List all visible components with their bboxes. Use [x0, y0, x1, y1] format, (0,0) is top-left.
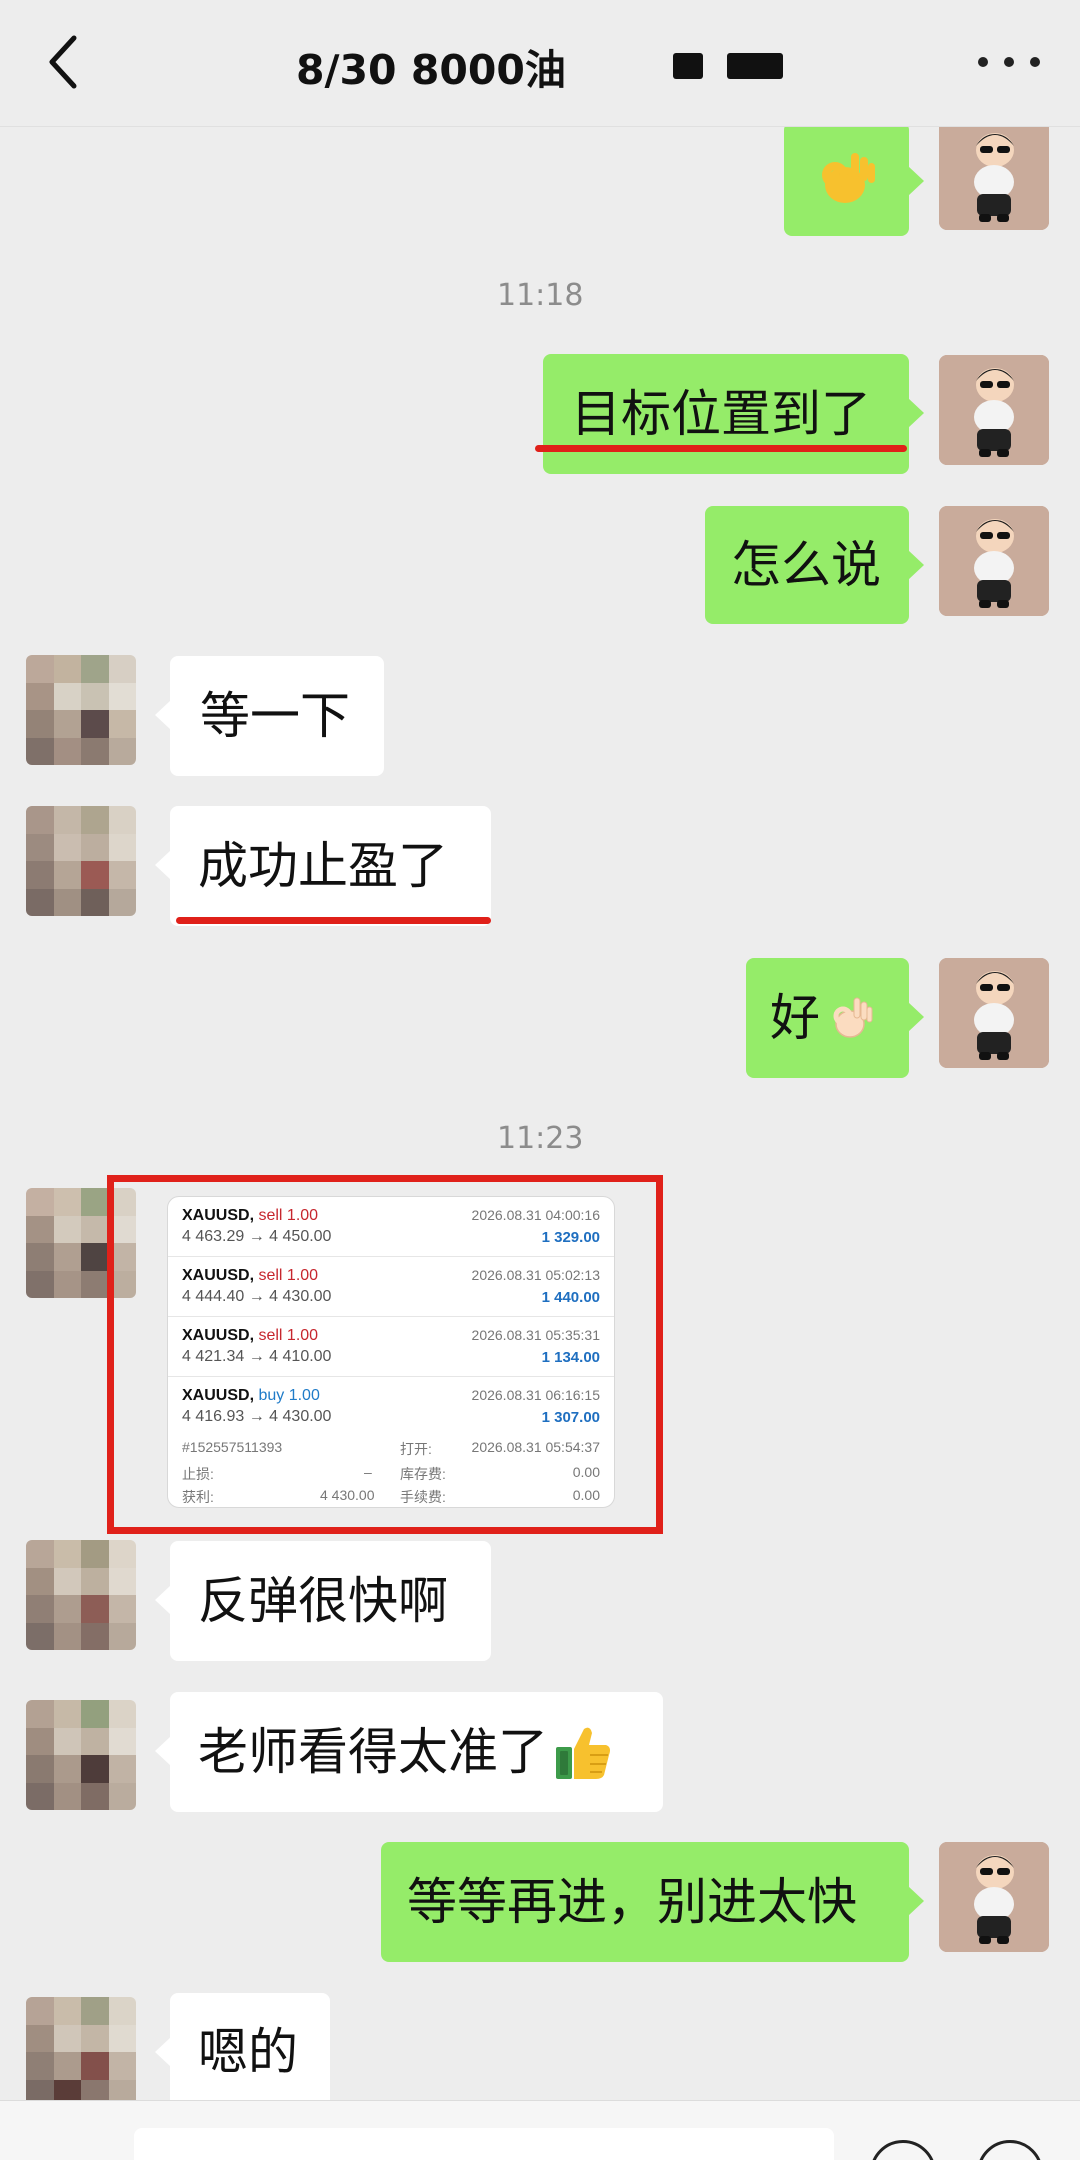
open-time: 2026.08.31 05:54:37 — [471, 1439, 600, 1455]
ok-hand-emoji-icon — [821, 153, 875, 203]
ok-hand-emoji-icon — [833, 997, 873, 1038]
cartoon-avatar-icon — [939, 506, 1049, 616]
avatar[interactable] — [939, 120, 1049, 230]
message-text: 目标位置到了 — [571, 385, 871, 443]
avatar-pixelated[interactable] — [26, 1997, 136, 2107]
sl-label: 止损: — [182, 1466, 214, 1482]
cartoon-avatar-icon — [939, 958, 1049, 1068]
message-text: 老师看得太准了 — [198, 1723, 548, 1781]
order-id: #152557511393 — [182, 1439, 283, 1455]
message-text: 好 — [770, 989, 820, 1047]
avatar[interactable] — [939, 506, 1049, 616]
trade-history-image[interactable]: XAUUSD, sell 1.00 4 463.29 → 4 450.00 20… — [167, 1196, 615, 1508]
tp-label: 获利: — [182, 1489, 214, 1505]
trade-row: XAUUSD, sell 1.00 4 444.40 → 4 430.00 20… — [168, 1257, 614, 1317]
more-button[interactable] — [978, 52, 1040, 74]
timestamp: 11:23 — [497, 1121, 584, 1156]
fee-label: 手续费: — [400, 1489, 446, 1505]
tp-value: 4 430.00 — [320, 1487, 375, 1503]
top-bar: 8/30 8000油 — [0, 0, 1080, 127]
more-dots-icon — [978, 57, 988, 67]
message-input[interactable] — [134, 2128, 834, 2160]
message-text: 成功止盈了 — [198, 837, 448, 895]
message-text: 等一下 — [200, 687, 350, 745]
avatar[interactable] — [939, 355, 1049, 465]
trade-row: XAUUSD, buy 1.00 4 416.93 → 4 430.00 202… — [182, 1387, 600, 1426]
trade-row: XAUUSD, sell 1.00 4 463.29 → 4 450.00 20… — [168, 1197, 614, 1257]
avatar-pixelated[interactable] — [26, 806, 136, 916]
avatar[interactable] — [939, 1842, 1049, 1952]
swap-label: 库存费: — [400, 1466, 446, 1482]
thumbs-up-emoji-icon — [556, 1727, 610, 1779]
back-button[interactable] — [40, 30, 100, 94]
sl-value: – — [364, 1464, 372, 1480]
message-bubble-received[interactable]: 反弹很快啊 — [155, 1541, 491, 1661]
cartoon-avatar-icon — [939, 355, 1049, 465]
chat-title: 8/30 8000油 — [296, 46, 566, 94]
message-text: 嗯的 — [198, 2023, 298, 2081]
message-bubble-sent[interactable]: 目标位置到了 — [543, 354, 924, 474]
message-bubble-sent[interactable]: 怎么说 — [705, 506, 924, 624]
message-bubble-sent[interactable]: 好 — [746, 958, 924, 1078]
message-bubble-received[interactable]: 嗯的 — [155, 1993, 330, 2111]
message-bubble-sent[interactable] — [784, 122, 924, 236]
message-bubble-received[interactable]: 等一下 — [155, 656, 384, 776]
message-bubble-sent[interactable]: 等等再进，别进太快 — [381, 1842, 924, 1962]
message-bubble-received[interactable]: 老师看得太准了 — [155, 1692, 663, 1812]
red-underline-annotation — [176, 917, 491, 924]
redacted-block — [727, 53, 783, 79]
avatar[interactable] — [939, 958, 1049, 1068]
cartoon-avatar-icon — [939, 1842, 1049, 1952]
red-underline-annotation — [535, 445, 907, 452]
message-text: 反弹很快啊 — [198, 1572, 448, 1630]
message-bubble-received[interactable]: 成功止盈了 — [155, 806, 491, 926]
trade-row: XAUUSD, sell 1.00 4 421.34 → 4 410.00 20… — [168, 1317, 614, 1377]
avatar-pixelated[interactable] — [26, 1540, 136, 1650]
message-text: 怎么说 — [731, 536, 881, 594]
open-label: 打开: — [400, 1441, 432, 1457]
swap-value: 0.00 — [572, 1464, 600, 1480]
redacted-block — [673, 53, 703, 79]
avatar-pixelated[interactable] — [26, 655, 136, 765]
cartoon-avatar-icon — [939, 120, 1049, 230]
fee-value: 0.00 — [572, 1487, 600, 1503]
avatar-pixelated[interactable] — [26, 1700, 136, 1810]
chevron-left-icon — [49, 35, 77, 89]
timestamp: 11:18 — [497, 278, 584, 313]
message-text: 等等再进，别进太快 — [407, 1873, 857, 1931]
